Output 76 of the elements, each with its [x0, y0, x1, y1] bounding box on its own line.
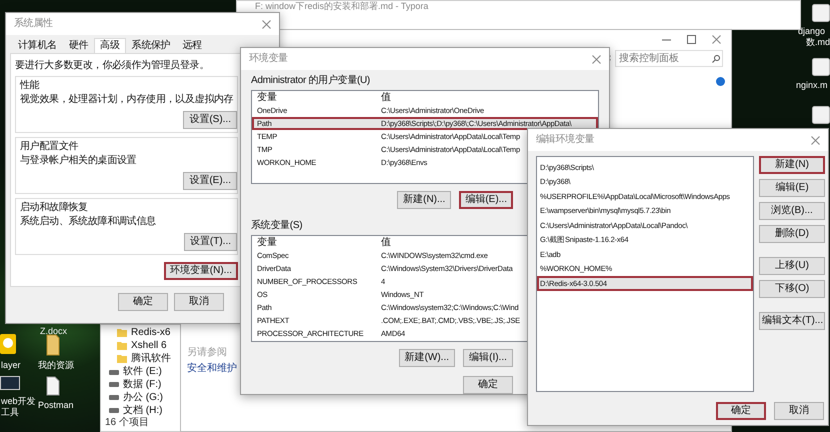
tree-item[interactable]: Xshell 6 — [131, 340, 167, 352]
desktop-icon-label[interactable]: 工具 — [1, 407, 19, 418]
close-icon[interactable] — [262, 20, 271, 28]
group-title: 性能 — [20, 80, 40, 92]
dialog-button[interactable]: 编辑文本(T)... — [759, 312, 825, 330]
dialog-button[interactable]: 新建(N) — [759, 156, 825, 174]
desktop-icon-label[interactable]: 我的资源 — [38, 360, 74, 370]
dialog-button[interactable]: 新建(N)... — [397, 191, 452, 209]
tab[interactable]: 计算机名 — [12, 38, 63, 53]
dialog-button[interactable]: 环境变量(N)... — [164, 262, 238, 280]
dialog-button[interactable]: 设置(T)... — [184, 233, 237, 251]
column-header: 变量 — [256, 92, 278, 104]
group-title: 启动和故障恢复 — [20, 202, 89, 214]
document-icon — [812, 4, 830, 22]
tree-item[interactable]: 腾讯软件 — [131, 353, 171, 366]
dialog-button[interactable]: 编辑(E) — [759, 179, 825, 197]
group-title: 用户配置文件 — [20, 141, 80, 153]
group-description: 视觉效果，处理器计划，内存使用，以及虚拟内存 — [20, 94, 233, 106]
maximize-icon[interactable] — [687, 34, 696, 44]
document-icon — [812, 106, 830, 124]
dialog-button[interactable]: 确定 — [463, 376, 513, 394]
archive-icon — [46, 334, 60, 356]
dialog-button[interactable]: 确定 — [716, 402, 766, 420]
desktop-icon-label[interactable]: Postman — [38, 400, 74, 410]
dialog-button[interactable]: 取消 — [774, 402, 824, 420]
desktop-icon-label[interactable]: web开发 — [1, 396, 36, 406]
status-text: 16 个项目 — [105, 417, 150, 430]
section-label: 另请参阅 — [187, 347, 227, 359]
dialog-button[interactable]: 上移(U) — [759, 257, 825, 275]
group-description: 与登录帐户相关的桌面设置 — [20, 155, 138, 167]
dialog-button[interactable]: 编辑(I)... — [463, 349, 513, 367]
desktop-icon-label[interactable]: layer — [1, 360, 21, 370]
section-label: 系统变量(S) — [251, 220, 302, 232]
desktop-icon-label[interactable]: 数.md — [806, 37, 830, 48]
group-description: 系统启动、系统故障和调试信息 — [20, 216, 157, 228]
window-title: 系统属性 — [14, 18, 53, 30]
search-icon — [712, 55, 720, 63]
monitor-icon — [0, 376, 20, 392]
column-header: 变量 — [256, 236, 278, 248]
tree-item[interactable]: 数据 (F:) — [123, 378, 162, 391]
column-header: 值 — [380, 236, 391, 248]
dialog-button[interactable]: 编辑(E)... — [459, 191, 513, 209]
window-title: 环境变量 — [249, 53, 288, 65]
dialog-button[interactable]: 删除(D) — [759, 225, 825, 243]
tree-item[interactable]: 文档 (H:) — [123, 404, 162, 417]
dialog-button[interactable]: 浏览(B)... — [759, 202, 825, 220]
section-label: Administrator 的用户变量(U) — [251, 75, 370, 87]
help-icon[interactable] — [716, 77, 725, 86]
window-title: 编辑环境变量 — [536, 134, 594, 146]
dialog-button[interactable]: 确定 — [118, 293, 168, 311]
tab[interactable]: 硬件 — [62, 38, 94, 53]
column-header: 值 — [380, 92, 391, 104]
desktop-icon-label[interactable]: django — [798, 26, 826, 36]
tab[interactable]: 高级 — [94, 38, 126, 53]
file-icon — [46, 376, 60, 396]
document-icon — [812, 58, 830, 76]
desktop-icon-label[interactable]: Z.docx — [40, 326, 68, 336]
close-icon[interactable] — [811, 136, 820, 144]
search-field[interactable]: 搜索控制面板 — [615, 50, 723, 67]
dialog-button[interactable]: 新建(W)... — [398, 349, 455, 367]
notice-text: 要进行大多数更改，你必须作为管理员登录。 — [15, 60, 210, 72]
dialog-button[interactable]: 下移(O) — [759, 280, 825, 298]
tree-item[interactable]: 软件 (E:) — [123, 366, 162, 378]
tree-item[interactable]: Redis-x6 — [131, 327, 170, 340]
tab[interactable]: 远程 — [176, 38, 208, 53]
media-player-icon — [0, 334, 16, 354]
dialog-button[interactable]: 取消 — [174, 293, 224, 311]
close-icon[interactable] — [712, 34, 721, 44]
tree-item[interactable]: 办公 (G:) — [123, 392, 163, 404]
dialog-button[interactable]: 设置(E)... — [183, 172, 237, 190]
dialog-button[interactable]: 设置(S)... — [183, 111, 237, 129]
close-icon[interactable] — [592, 54, 601, 64]
desktop-icon-label[interactable]: nginx.m — [796, 80, 828, 90]
tab[interactable]: 系统保护 — [126, 38, 176, 53]
window-title: F: window下redis的安装和部署.md - Typora — [255, 1, 428, 11]
sidebar-link[interactable]: 安全和维护 — [187, 363, 237, 375]
